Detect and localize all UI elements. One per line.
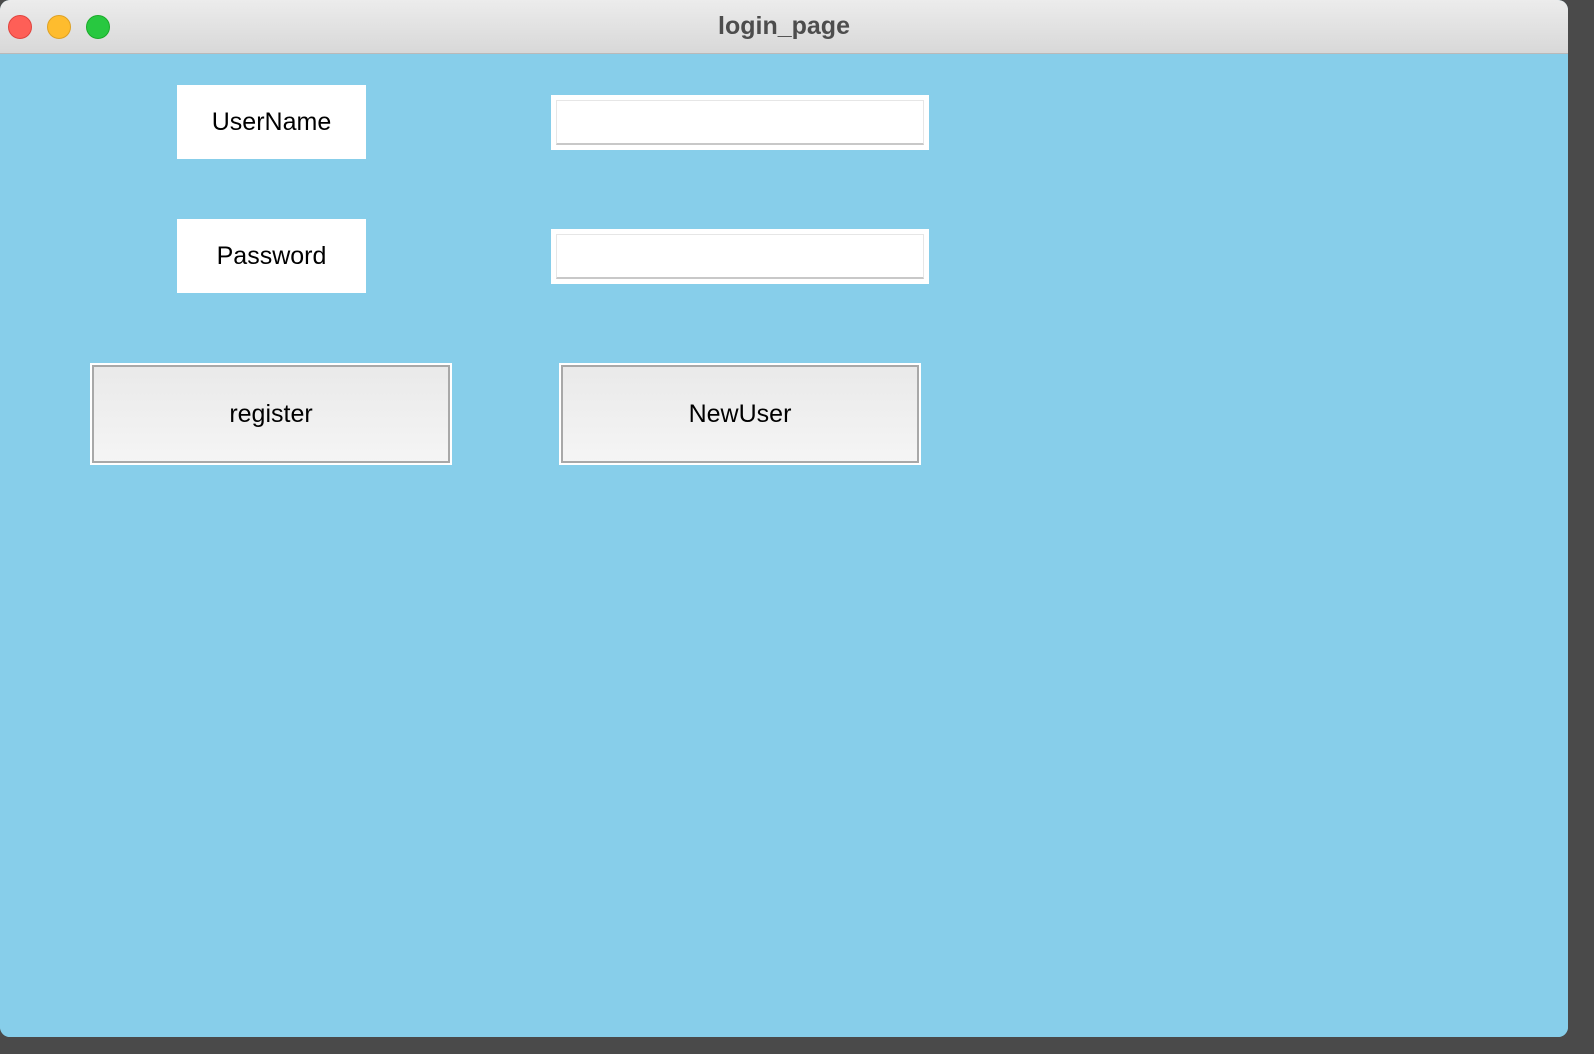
app-window: login_page UserName Password register Ne… [0,0,1568,1037]
login-form: UserName Password register NewUser [0,54,1568,1037]
password-label: Password [177,219,366,293]
register-button[interactable]: register [90,363,452,465]
username-label: UserName [177,85,366,159]
username-input[interactable] [556,100,924,145]
username-field-container [551,95,929,150]
new-user-button[interactable]: NewUser [559,363,921,465]
title-bar: login_page [0,0,1568,54]
password-input[interactable] [556,234,924,279]
window-title: login_page [718,12,850,40]
password-field-container [551,229,929,284]
